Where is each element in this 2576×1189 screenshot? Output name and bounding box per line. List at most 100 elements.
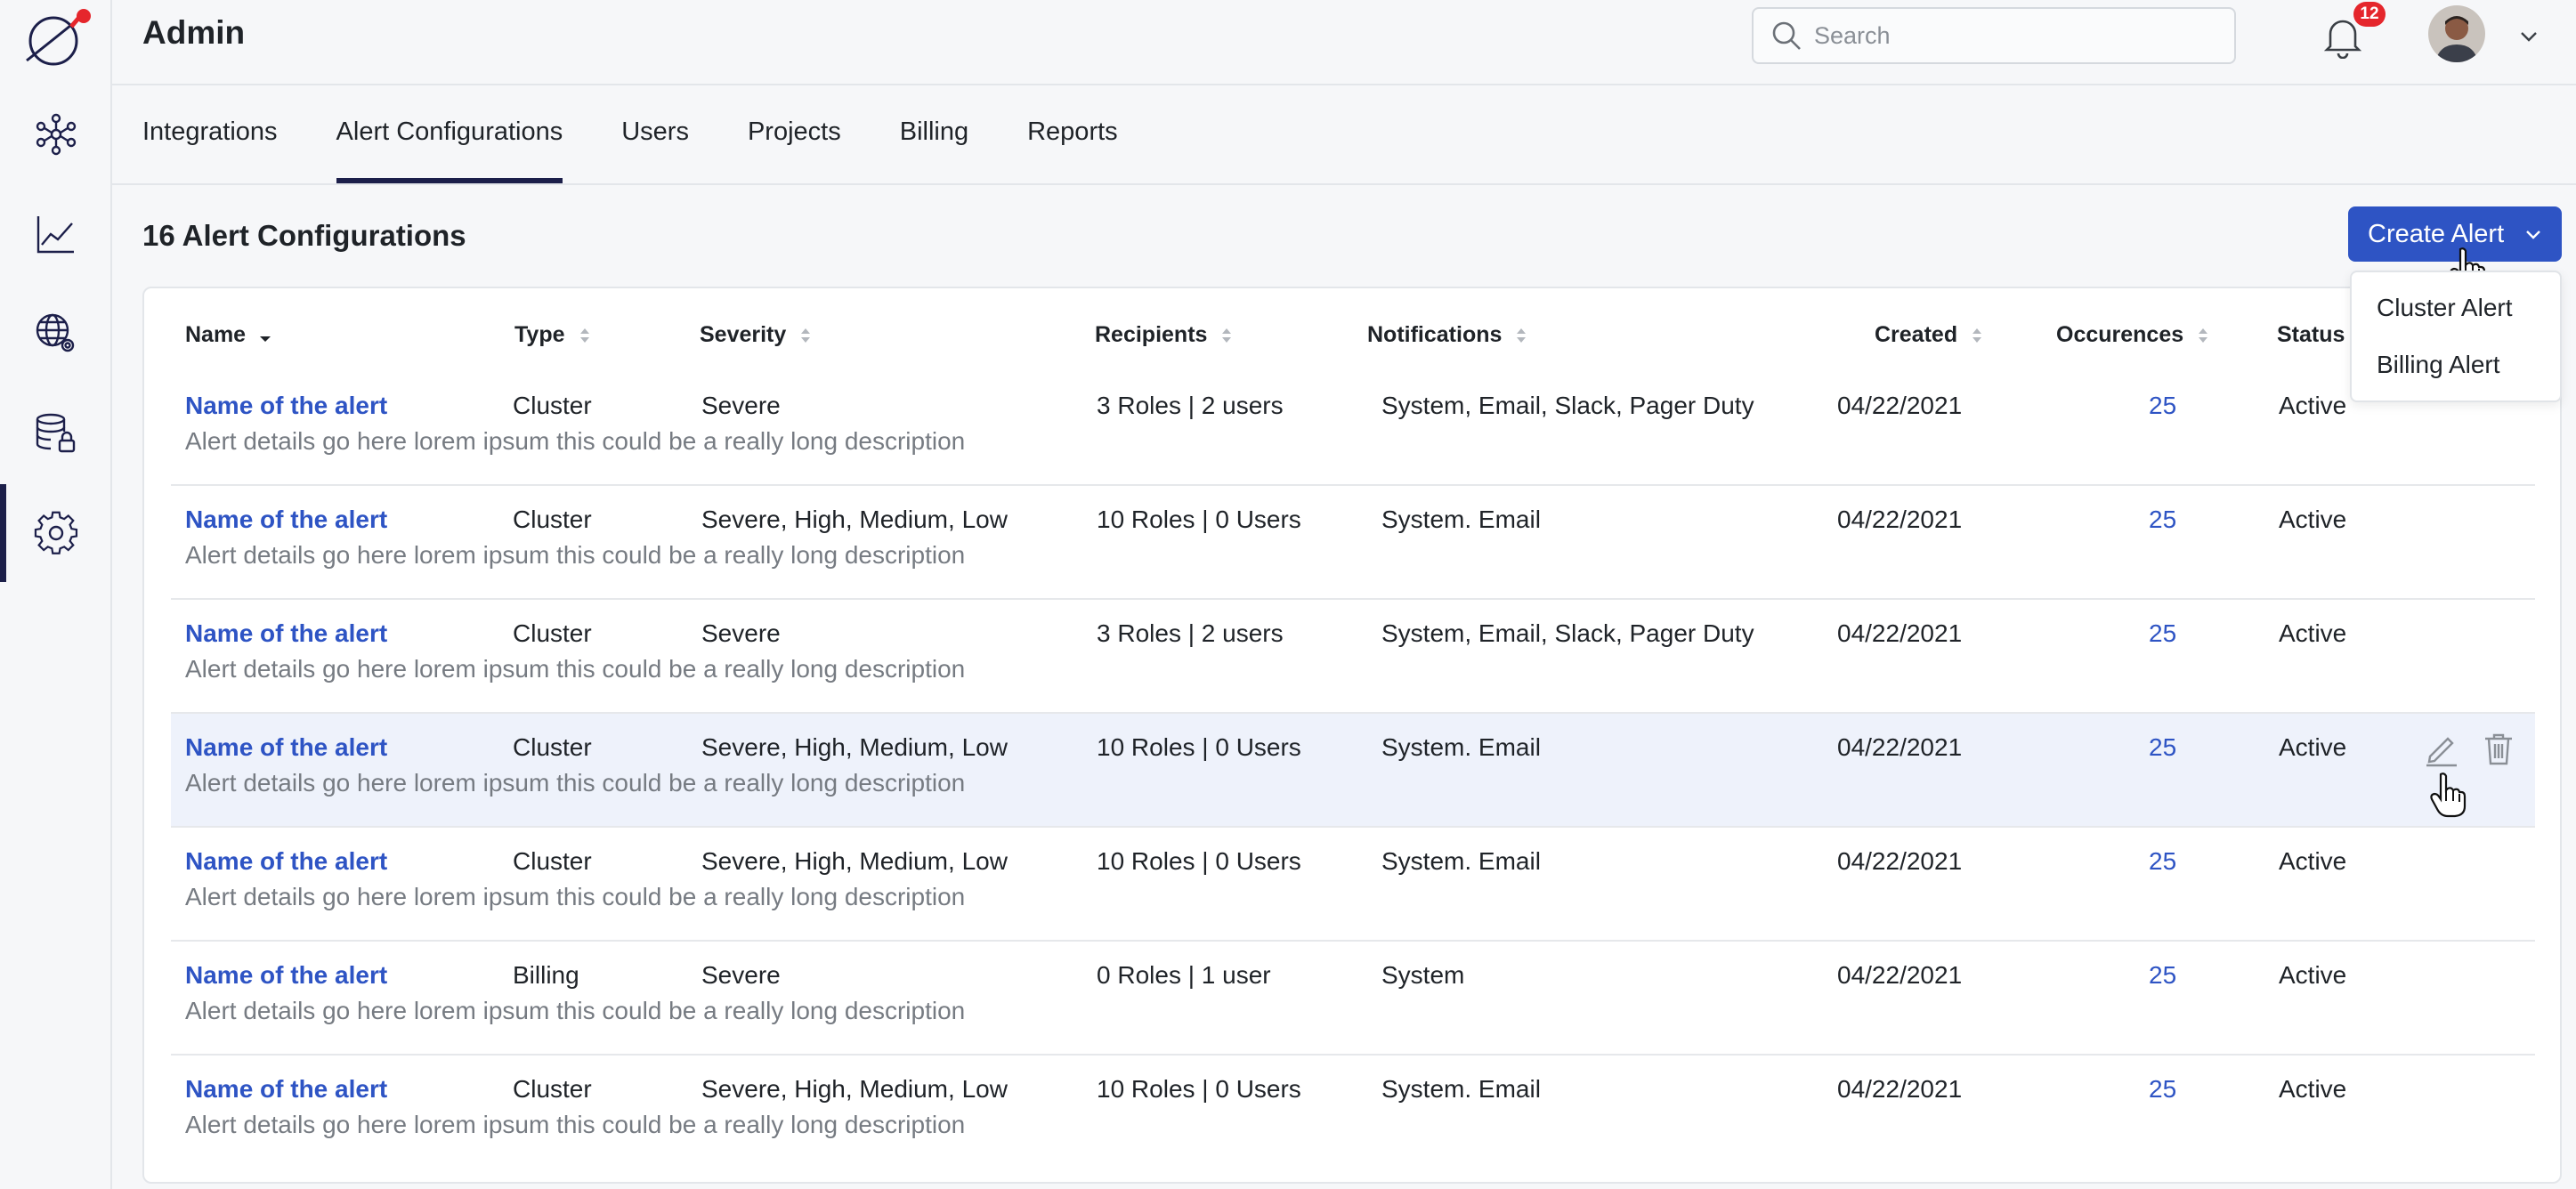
alert-notifications: System. Email [1381,733,1541,761]
table-row[interactable]: Name of the alert Billing Severe 0 Roles… [171,942,2535,1056]
chart-icon [36,216,74,254]
row-actions [2423,730,2537,767]
column-header-name[interactable]: Name [185,322,272,348]
alert-name-link[interactable]: Name of the alert [185,1075,387,1104]
alert-created: 04/22/2021 [1837,506,1963,533]
alert-name-link[interactable]: Name of the alert [185,847,387,876]
alert-type: Cluster [513,619,592,647]
alert-recipients: 10 Roles | 0 Users [1097,847,1301,875]
alert-status: Active [2279,961,2347,989]
edit-icon[interactable] [2423,730,2460,767]
app-root: Admin 12 Integrations Alert Configuratio… [0,0,2576,1189]
alert-name-link[interactable]: Name of the alert [185,733,387,762]
column-header-occurences[interactable]: Occurences [2056,322,2210,348]
alert-notifications: System, Email, Slack, Pager Duty [1381,619,1754,647]
menu-item-cluster-alert[interactable]: Cluster Alert [2377,294,2513,322]
nav-topology[interactable] [0,85,112,183]
globe-settings-icon [36,313,75,352]
tab-users[interactable]: Users [621,117,689,183]
table-row[interactable]: Name of the alert Cluster Severe 3 Roles… [171,600,2535,714]
network-icon [36,113,77,156]
alert-severity: Severe [701,392,781,419]
alert-notifications: System. Email [1381,847,1541,875]
create-alert-menu: Cluster Alert Billing Alert [2350,271,2562,402]
tabs-divider [112,183,2576,185]
column-header-type[interactable]: Type [514,322,592,348]
alert-severity: Severe [701,619,781,647]
alert-occurrences[interactable]: 25 [2149,392,2176,420]
trash-icon[interactable] [2480,730,2517,767]
alert-recipients: 10 Roles | 0 Users [1097,733,1301,761]
table-row[interactable]: Name of the alert Cluster Severe, High, … [171,1056,2535,1169]
alert-name-link[interactable]: Name of the alert [185,506,387,534]
table-row[interactable]: Name of the alert Cluster Severe, High, … [171,486,2535,600]
table-row[interactable]: Name of the alert Cluster Severe 3 Roles… [171,372,2535,486]
alert-notifications: System. Email [1381,1075,1541,1103]
alert-created: 04/22/2021 [1837,733,1963,761]
avatar[interactable] [2428,5,2485,62]
alert-created: 04/22/2021 [1837,392,1963,419]
alert-recipients: 10 Roles | 0 Users [1097,506,1301,533]
nav-settings[interactable] [0,484,112,582]
alert-type: Billing [513,961,579,989]
alert-name-link[interactable]: Name of the alert [185,392,387,420]
alert-description: Alert details go here lorem ipsum this c… [185,769,966,797]
chevron-down-icon[interactable] [2515,23,2542,50]
alert-created: 04/22/2021 [1837,961,1963,989]
tab-projects[interactable]: Projects [748,117,841,183]
search-icon [1772,21,1801,50]
sort-icon [1517,328,1527,343]
section-title: 16 Alert Configurations [142,219,466,252]
alert-description: Alert details go here lorem ipsum this c… [185,997,966,1024]
gear-icon [34,511,78,554]
alert-notifications: System [1381,961,1465,989]
alert-severity: Severe, High, Medium, Low [701,1075,1008,1103]
column-header-severity[interactable]: Severity [700,322,813,348]
sort-icon [579,328,589,343]
alert-created: 04/22/2021 [1837,619,1963,647]
create-alert-label: Create Alert [2368,219,2505,248]
alert-severity: Severe, High, Medium, Low [701,506,1008,533]
table-row[interactable]: Name of the alert Cluster Severe, High, … [171,828,2535,942]
logo-icon[interactable] [16,5,96,68]
alert-occurrences[interactable]: 25 [2149,733,2176,762]
column-header-status[interactable]: Status [2277,322,2345,348]
tab-billing[interactable]: Billing [900,117,968,183]
search-box[interactable] [1752,7,2236,64]
alert-name-link[interactable]: Name of the alert [185,619,387,648]
alert-status: Active [2279,1075,2347,1103]
alert-occurrences[interactable]: 25 [2149,961,2176,990]
alert-status: Active [2279,733,2347,761]
nav-global-settings[interactable] [0,285,112,383]
alert-description: Alert details go here lorem ipsum this c… [185,883,966,910]
nav-analytics[interactable] [0,185,112,283]
sort-icon [2199,328,2208,343]
alert-occurrences[interactable]: 25 [2149,847,2176,876]
alert-recipients: 0 Roles | 1 user [1097,961,1271,989]
nav-data-security[interactable] [0,384,112,482]
hand-cursor-icon [2430,772,2467,818]
alert-occurrences[interactable]: 25 [2149,506,2176,534]
tab-alert-configurations[interactable]: Alert Configurations [336,117,563,183]
column-header-notifications[interactable]: Notifications [1367,322,1528,348]
tab-integrations[interactable]: Integrations [142,117,278,183]
column-header-created[interactable]: Created [1875,322,1984,348]
alert-occurrences[interactable]: 25 [2149,1075,2176,1104]
alert-severity: Severe, High, Medium, Low [701,847,1008,875]
header-divider [112,84,2576,85]
alert-status: Active [2279,506,2347,533]
search-input[interactable] [1814,21,2206,50]
tab-reports[interactable]: Reports [1027,117,1118,183]
alert-created: 04/22/2021 [1837,847,1963,875]
alert-occurrences[interactable]: 25 [2149,619,2176,648]
table-row-hovered[interactable]: Name of the alert Cluster Severe, High, … [171,714,2535,828]
page-title: Admin [142,14,246,51]
column-header-recipients[interactable]: Recipients [1095,322,1234,348]
sidebar [0,0,112,1189]
alert-type: Cluster [513,733,592,761]
alert-status: Active [2279,847,2347,875]
alert-status: Active [2279,619,2347,647]
alert-name-link[interactable]: Name of the alert [185,961,387,990]
chevron-down-icon [2526,231,2540,239]
menu-item-billing-alert[interactable]: Billing Alert [2377,351,2500,379]
